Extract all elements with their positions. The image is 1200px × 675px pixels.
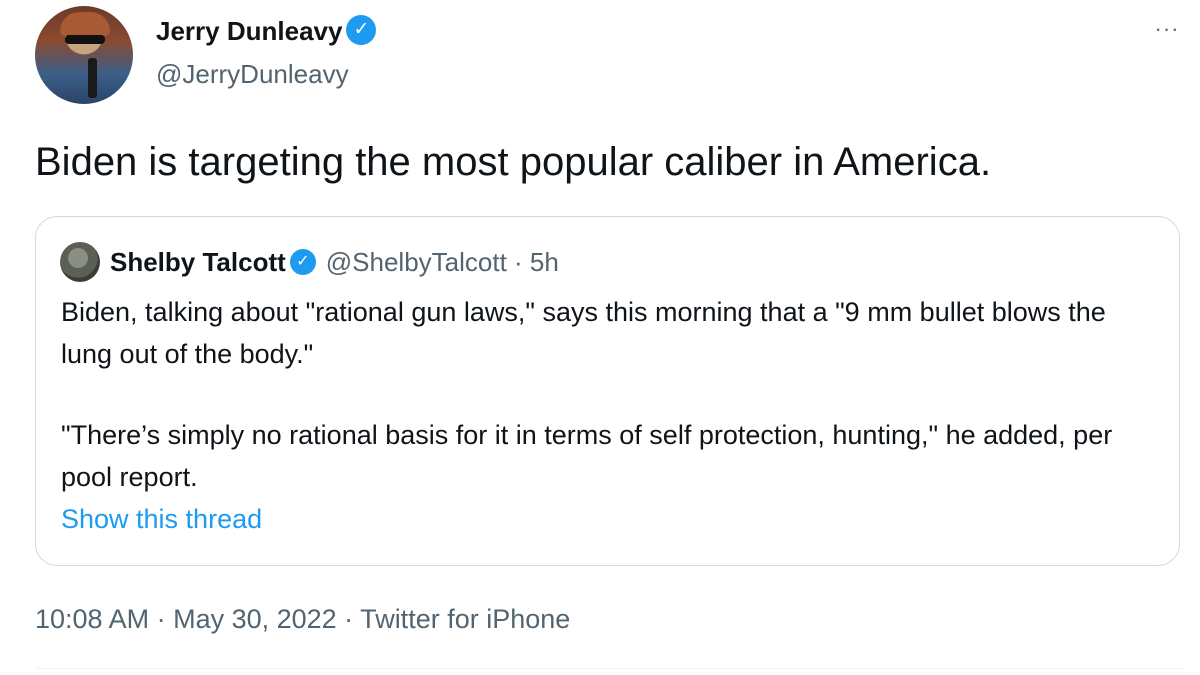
verified-badge-icon: ✓: [289, 249, 316, 276]
author-avatar[interactable]: [35, 6, 133, 104]
tweet-text: Biden is targeting the most popular cali…: [35, 140, 992, 184]
quoted-author-avatar[interactable]: [60, 242, 100, 282]
divider: [35, 668, 1185, 669]
author-display-name[interactable]: Jerry Dunleavy ✓: [156, 15, 377, 48]
show-thread-link[interactable]: Show this thread: [61, 504, 262, 535]
quoted-author-name[interactable]: Shelby Talcott: [110, 247, 286, 277]
avatar-hair: [60, 12, 110, 36]
tweet-timestamp-source[interactable]: 10:08 AM · May 30, 2022 · Twitter for iP…: [35, 604, 570, 635]
quoted-author-handle-time[interactable]: @ShelbyTalcott · 5h: [326, 247, 559, 277]
avatar-bottle: [88, 58, 97, 98]
avatar-sunglasses: [65, 35, 105, 44]
quoted-tweet-card[interactable]: Shelby Talcott ✓ @ShelbyTalcott · 5h Biden…: [35, 216, 1180, 566]
author-handle[interactable]: @JerryDunleavy: [156, 59, 349, 90]
quoted-author-line: Shelby Talcott ✓ @ShelbyTalcott · 5h: [110, 247, 559, 278]
quoted-paragraph-2: "There’s simply no rational basis for it…: [61, 420, 1113, 492]
author-name-text[interactable]: Jerry Dunleavy: [156, 16, 342, 46]
more-options-icon[interactable]: ···: [1149, 16, 1185, 46]
quoted-paragraph-1: Biden, talking about "rational gun laws,…: [61, 297, 1106, 369]
verified-badge-icon: ✓: [346, 15, 377, 46]
quoted-tweet-body: Biden, talking about "rational gun laws,…: [61, 291, 1141, 537]
tweet-header: Jerry Dunleavy ✓ @JerryDunleavy ···: [35, 6, 1185, 106]
